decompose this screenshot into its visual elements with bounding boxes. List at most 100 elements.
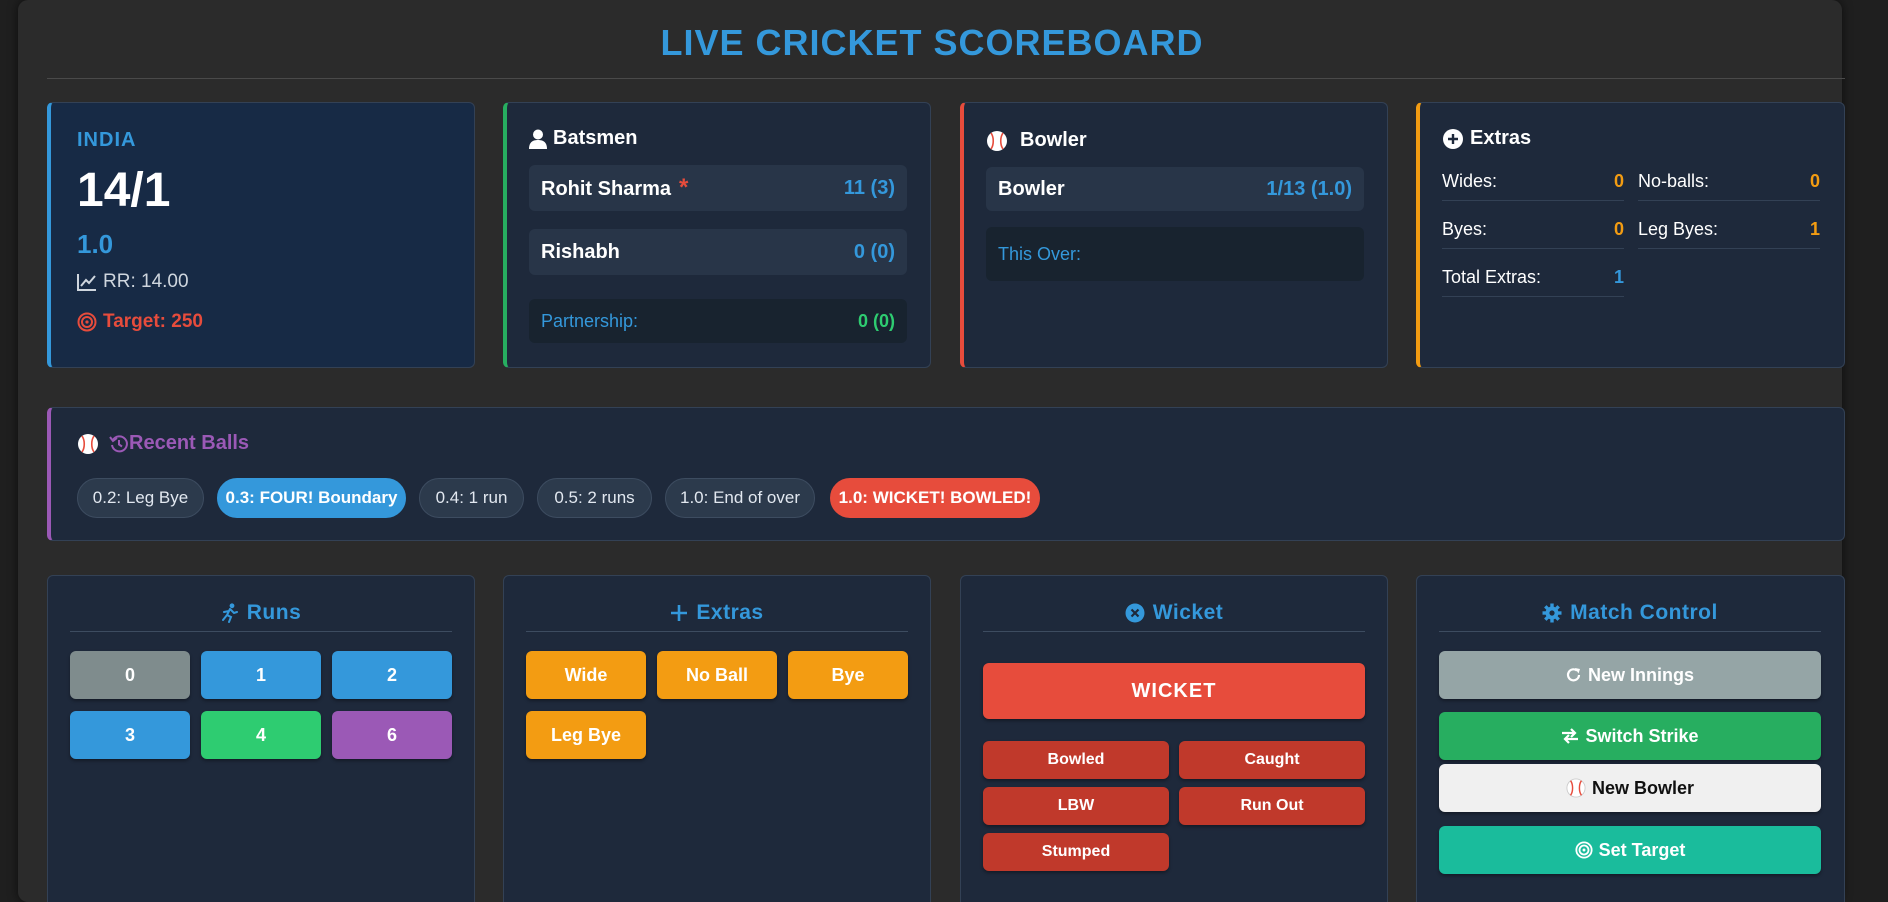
byes-row: Byes: 0: [1442, 219, 1624, 249]
legbyes-row: Leg Byes: 1: [1638, 219, 1820, 249]
chart-line-icon: [77, 274, 96, 291]
page-title: LIVE CRICKET SCOREBOARD: [660, 22, 1204, 63]
partnership-value: 0 (0): [857, 310, 895, 331]
runs-panel: Runs 0 1 2 3 4 6: [47, 575, 475, 902]
this-over-row: This Over:: [986, 227, 1364, 281]
extras-heading: Extras: [1442, 127, 1531, 150]
set-target-button[interactable]: Set Target: [1439, 826, 1821, 874]
redo-icon: [1566, 668, 1581, 682]
ball-chip-wicket: 1.0: WICKET! BOWLED!: [830, 478, 1040, 518]
recent-heading-text: Recent Balls: [129, 432, 250, 454]
extras-panel-heading-text: Extras: [696, 600, 764, 624]
batsman-score: 0 (0): [853, 240, 895, 263]
run-0-button[interactable]: 0: [70, 651, 190, 699]
wicket-panel: Wicket WICKET Bowled Caught LBW Run Out …: [960, 575, 1388, 902]
running-icon: [221, 602, 238, 623]
team-name: INDIA: [77, 129, 137, 151]
target-text: Target: 250: [103, 311, 203, 332]
batsman-row[interactable]: Rohit Sharma * 11 (3): [529, 165, 907, 211]
run-4-button[interactable]: 4: [201, 711, 321, 759]
run-rate-text: RR: 14.00: [103, 271, 189, 292]
extras-panel-heading: Extras: [526, 594, 908, 632]
byes-label: Byes:: [1442, 219, 1488, 239]
total-extras-value: 1: [1613, 267, 1624, 287]
ball-chip: 0.5: 2 runs: [537, 478, 652, 518]
bowler-figures: 1/13 (1.0): [1266, 177, 1352, 200]
extras-card: Extras Wides: 0 No-balls: 0 Byes: 0 Leg …: [1416, 102, 1845, 368]
total-extras-label: Total Extras:: [1442, 267, 1542, 287]
batsman-name: Rishabh: [541, 240, 620, 263]
batsman-name: Rohit Sharma: [541, 178, 672, 200]
history-icon: [109, 434, 128, 452]
target-icon: [77, 312, 97, 332]
run-rate: RR: 14.00: [77, 271, 189, 293]
batsman-name-wrap: Rohit Sharma *: [541, 174, 688, 202]
new-bowler-button[interactable]: New Bowler: [1439, 764, 1821, 812]
bowler-card: Bowler Bowler 1/13 (1.0) This Over:: [960, 102, 1388, 368]
wicket-heading-text: Wicket: [1152, 600, 1224, 624]
plus-icon: [671, 604, 688, 621]
this-over-label: This Over:: [998, 243, 1082, 264]
baseball-icon: [987, 130, 1007, 151]
runs-heading-text: Runs: [246, 600, 302, 624]
leg-bye-button[interactable]: Leg Bye: [526, 711, 646, 759]
no-ball-button[interactable]: No Ball: [657, 651, 777, 699]
gear-icon: [1542, 603, 1562, 622]
recent-heading: Recent Balls: [77, 432, 249, 455]
wicket-button[interactable]: WICKET: [983, 663, 1365, 719]
bowler-row[interactable]: Bowler 1/13 (1.0): [986, 167, 1364, 211]
recent-title: Recent Balls: [109, 432, 249, 455]
new-innings-button[interactable]: New Innings: [1439, 651, 1821, 699]
exchange-icon: [1562, 728, 1579, 744]
run-1-button[interactable]: 1: [201, 651, 321, 699]
bye-button[interactable]: Bye: [788, 651, 908, 699]
match-control-heading: Match Control: [1439, 594, 1821, 632]
baseball-icon: [78, 433, 98, 454]
new-innings-label: New Innings: [1587, 664, 1694, 685]
legbyes-value: 1: [1809, 219, 1820, 239]
batsmen-card: Batsmen Rohit Sharma * 11 (3) Rishabh 0 (…: [503, 102, 931, 368]
user-icon: [529, 129, 547, 149]
switch-strike-label: Switch Strike: [1585, 725, 1699, 746]
partnership-label: Partnership:: [541, 310, 639, 331]
batsman-row[interactable]: Rishabh 0 (0): [529, 229, 907, 275]
overs-count: 1.0: [77, 229, 114, 259]
title-divider: [47, 78, 1845, 79]
ball-chip: 1.0: End of over: [665, 478, 815, 518]
bowler-name: Bowler: [998, 177, 1065, 200]
wides-value: 0: [1613, 171, 1624, 191]
ball-chip: 0.4: 1 run: [419, 478, 524, 518]
score-card: INDIA 14/1 1.0 RR: 14.00 Target: 250: [47, 102, 475, 368]
switch-strike-button[interactable]: Switch Strike: [1439, 712, 1821, 760]
legbyes-label: Leg Byes:: [1638, 219, 1719, 239]
match-control-heading-text: Match Control: [1570, 600, 1718, 624]
run-3-button[interactable]: 3: [70, 711, 190, 759]
wide-button[interactable]: Wide: [526, 651, 646, 699]
batsmen-heading-text: Batsmen: [553, 127, 638, 149]
extras-panel: Extras Wide No Ball Bye Leg Bye: [503, 575, 931, 902]
run-out-button[interactable]: Run Out: [1179, 787, 1365, 825]
partnership-row: Partnership: 0 (0): [529, 299, 907, 343]
runs-heading: Runs: [70, 594, 452, 632]
target-icon: [1575, 841, 1593, 859]
plus-circle-icon: [1443, 128, 1463, 149]
run-2-button[interactable]: 2: [332, 651, 452, 699]
caught-button[interactable]: Caught: [1179, 741, 1365, 779]
noballs-value: 0: [1809, 171, 1820, 191]
ball-chip: 0.2: Leg Bye: [77, 478, 204, 518]
wides-row: Wides: 0: [1442, 171, 1624, 201]
noballs-row: No-balls: 0: [1638, 171, 1820, 201]
baseball-icon: [1566, 778, 1586, 798]
lbw-button[interactable]: LBW: [983, 787, 1169, 825]
recent-balls-card: Recent Balls 0.2: Leg Bye 0.3: FOUR! Bou…: [47, 407, 1845, 541]
bowler-heading: Bowler: [986, 129, 1087, 152]
bowled-button[interactable]: Bowled: [983, 741, 1169, 779]
wides-label: Wides:: [1442, 171, 1498, 191]
bowler-heading-text: Bowler: [1020, 129, 1087, 151]
extras-heading-text: Extras: [1470, 127, 1532, 149]
new-bowler-label: New Bowler: [1591, 777, 1695, 798]
run-6-button[interactable]: 6: [332, 711, 452, 759]
byes-value: 0: [1613, 219, 1624, 239]
batsmen-heading: Batsmen: [529, 127, 637, 150]
stumped-button[interactable]: Stumped: [983, 833, 1169, 871]
